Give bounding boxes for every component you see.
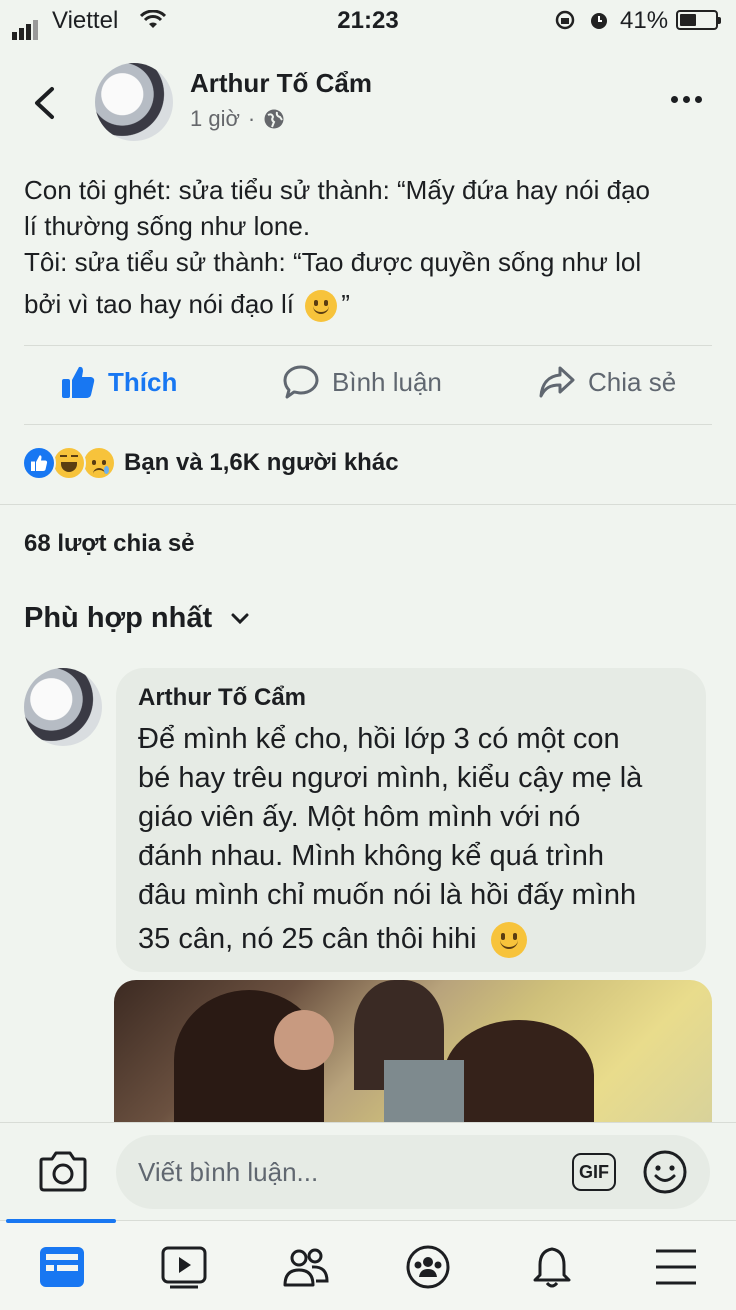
status-bar: Viettel 21:23 41%: [0, 0, 736, 40]
post-meta: 1 giờ ·: [190, 106, 285, 132]
share-button[interactable]: Chia sẻ: [538, 364, 676, 400]
like-button[interactable]: Thích: [60, 364, 177, 400]
sticker-icon[interactable]: [642, 1149, 688, 1195]
divider: [0, 504, 736, 505]
orientation-lock-icon: [555, 10, 575, 30]
bottom-navigation: [0, 1219, 736, 1310]
gif-label: GIF: [579, 1161, 609, 1182]
active-tab-indicator: [6, 1219, 116, 1223]
sort-label: Phù hợp nhất: [24, 602, 213, 634]
watch-icon[interactable]: [160, 1245, 208, 1289]
comment-author[interactable]: Arthur Tố Cẩm: [138, 684, 306, 712]
comment-line: 35 cân, nó 25 cân thôi hihi: [138, 920, 698, 959]
meta-separator: ·: [247, 106, 256, 131]
comment-line: giáo viên ấy. Một hôm mình với nó: [138, 801, 581, 833]
alarm-icon: [591, 13, 607, 29]
comment-gif-image[interactable]: [114, 980, 712, 1122]
post-line: Tôi: sửa tiểu sử thành: “Tao được quyền …: [24, 247, 642, 277]
reactions-row[interactable]: Bạn và 1,6K người khác: [22, 446, 399, 480]
reactions-summary: Bạn và 1,6K người khác: [124, 449, 399, 476]
news-feed-icon[interactable]: [38, 1245, 86, 1289]
comment-line: Để mình kể cho, hồi lớp 3 có một con: [138, 723, 620, 755]
comment-placeholder: Viết bình luận...: [138, 1156, 319, 1187]
sad-reaction-icon: [82, 446, 116, 480]
post-author-name[interactable]: Arthur Tố Cẩm: [190, 68, 372, 99]
comment-bubble: Arthur Tố Cẩm Để mình kể cho, hồi lớp 3 …: [116, 668, 706, 972]
post-body: Con tôi ghét: sửa tiểu sử thành: “Mấy đứ…: [24, 172, 724, 323]
chevron-down-icon: [231, 613, 249, 624]
comment-line: đâu mình chỉ muốn nói là hồi đấy mình: [138, 879, 637, 911]
share-icon: [539, 366, 575, 398]
author-avatar[interactable]: [95, 63, 173, 141]
comment-icon: [283, 365, 319, 399]
smile-emoji-icon: [305, 290, 338, 323]
camera-icon[interactable]: [38, 1149, 88, 1193]
comment-line: đánh nhau. Mình không kể quá trình: [138, 840, 604, 872]
haha-reaction-icon: [52, 446, 86, 480]
like-label: Thích: [108, 366, 178, 397]
notifications-icon[interactable]: [528, 1245, 576, 1289]
thumbs-up-icon: [62, 366, 95, 398]
battery-icon: [676, 10, 721, 30]
comment-composer: Viết bình luận... GIF: [0, 1122, 736, 1221]
globe-icon: [264, 109, 284, 129]
divider: [24, 424, 712, 425]
comment-line-text: 35 cân, nó 25 cân thôi hihi: [138, 923, 477, 955]
post-line: Con tôi ghét: sửa tiểu sử thành: “Mấy đứ…: [24, 175, 651, 205]
menu-icon[interactable]: [652, 1245, 700, 1289]
like-reaction-icon: [22, 446, 56, 480]
battery-percent: 41%: [620, 7, 669, 34]
post-timestamp[interactable]: 1 giờ: [190, 106, 240, 132]
more-options-icon[interactable]: [671, 96, 702, 103]
commenter-avatar[interactable]: [24, 668, 102, 746]
divider: [24, 345, 712, 346]
back-icon[interactable]: [32, 86, 58, 120]
groups-icon[interactable]: [404, 1245, 452, 1289]
comment-body: Để mình kể cho, hồi lớp 3 có một con bé …: [138, 720, 698, 959]
comment-line: bé hay trêu ngươi mình, kiểu cậy mẹ là: [138, 762, 643, 794]
friends-icon[interactable]: [282, 1245, 330, 1289]
comment-button[interactable]: Bình luận: [282, 364, 442, 400]
post-line-text: bởi vì tao hay nói đạo lí: [24, 289, 294, 319]
post-line-quote: ”: [341, 289, 350, 319]
smile-emoji-icon: [490, 922, 527, 959]
comment-input[interactable]: Viết bình luận... GIF: [116, 1135, 710, 1209]
post-line: bởi vì tao hay nói đạo lí ”: [24, 286, 724, 323]
share-label: Chia sẻ: [588, 366, 677, 397]
post-line: lí thường sống như lone.: [24, 211, 311, 241]
comment-label: Bình luận: [332, 366, 442, 397]
gif-button[interactable]: GIF: [572, 1153, 616, 1191]
shares-count[interactable]: 68 lượt chia sẻ: [24, 530, 195, 558]
sort-dropdown[interactable]: Phù hợp nhất: [24, 602, 250, 635]
